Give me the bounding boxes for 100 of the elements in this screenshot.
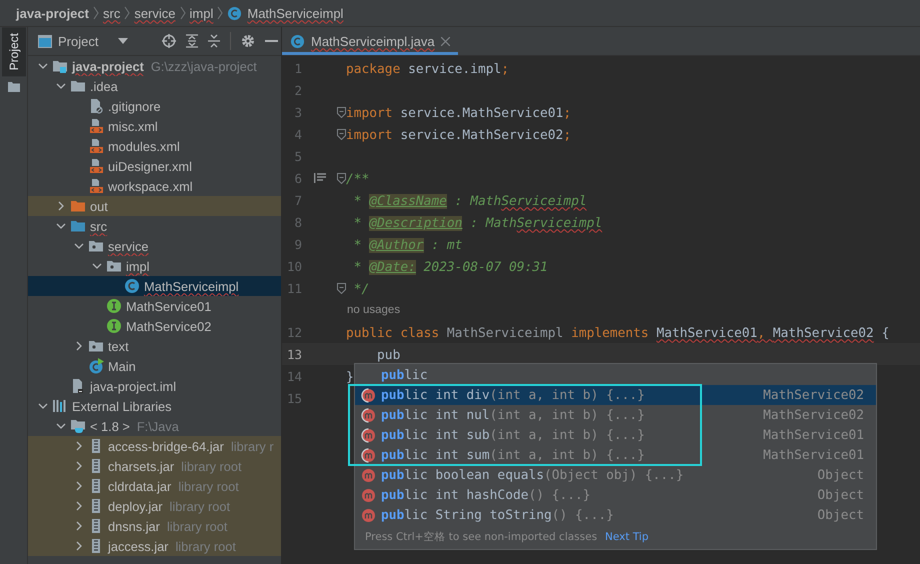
xml-file-icon [88,138,104,154]
chevron-right-icon[interactable] [74,441,84,451]
code-line: * @Description : MathServiceimpl [352,214,602,232]
tree-item[interactable]: out [28,196,281,216]
chevron-down-icon[interactable] [56,221,66,231]
chevron-down-icon[interactable] [74,241,84,251]
line-number: 13 [286,346,302,362]
tree-item[interactable]: Main [28,356,281,376]
code-line: * @Author : mt [352,236,462,254]
tree-item[interactable]: src [28,216,281,236]
tree-item[interactable]: MathService01 [28,296,281,316]
tree-item[interactable]: < 1.8 > F:\Java [28,416,281,436]
collapse-all-icon[interactable] [208,34,220,48]
code-line: * @ClassName : MathServiceimpl [352,192,587,210]
completion-item[interactable]: public int div(int a, int b) {...} MathService02 [355,385,876,405]
tree-item[interactable]: MathServiceimpl [28,276,281,296]
chevron-down-icon[interactable] [56,421,66,431]
chevron-right-icon[interactable] [74,481,84,491]
breadcrumb-item[interactable]: java-project [16,6,89,20]
package-icon [88,338,104,354]
completion-item[interactable]: public int sum(int a, int b) {...} MathService01 [355,445,876,465]
tree-item[interactable]: charsets.jar library root [28,456,281,476]
breadcrumb-item[interactable]: service [134,6,176,20]
fold-marker-icon[interactable] [337,282,346,294]
line-number: 2 [293,82,302,98]
tree-item[interactable]: access-bridge-64.jar library r [28,436,281,456]
xml-file-icon [88,158,104,174]
code-line: /** [346,170,370,188]
method-icon [361,488,376,502]
tree-item[interactable]: workspace.xml [28,176,281,196]
chevron-right-icon[interactable] [74,501,84,511]
chevron-right-icon[interactable] [74,461,84,471]
interface-icon [106,318,122,334]
tree-item[interactable]: .gitignore [28,96,281,116]
completion-item[interactable]: public String toString() {...} Object [355,505,876,525]
completion-item[interactable]: public int sub(int a, int b) {...} MathService01 [355,425,876,445]
completion-item[interactable]: public int hashCode() {...} Object [355,485,876,505]
line-number: 15 [286,390,302,406]
completion-item[interactable]: public boolean equals(Object obj) {...} Object [355,465,876,485]
chevron-right-icon[interactable] [74,521,84,531]
method-icon [361,388,376,402]
code-line: import service.MathService02; [346,126,572,144]
settings-icon[interactable] [241,34,256,48]
lines-icon[interactable] [314,173,326,183]
folder-icon[interactable] [8,82,20,92]
fold-marker-icon[interactable] [337,172,346,184]
project-folder-icon [52,58,68,74]
chevron-down-icon[interactable] [92,261,102,271]
project-view-dropdown[interactable]: Project [38,34,128,48]
line-number: 3 [293,104,302,120]
fold-marker-icon[interactable] [337,128,346,140]
file-icon [88,98,104,114]
tree-item[interactable]: service [28,236,281,256]
window-icon [38,34,52,48]
tree-item-hint: library root [181,458,242,474]
tree-item[interactable]: .idea [28,76,281,96]
crosshair-icon[interactable] [162,34,176,48]
tree-item[interactable]: dnsns.jar library root [28,516,281,536]
tree-item[interactable]: java-project G:\zzz\java-project [28,56,281,76]
tree-item[interactable]: MathService02 [28,316,281,336]
code-line: */ [352,280,370,298]
close-icon[interactable] [440,36,450,46]
tree-item[interactable]: cldrdata.jar library root [28,476,281,496]
chevron-right-icon[interactable] [56,201,66,211]
chevron-right-icon [217,6,224,20]
tree-item[interactable]: modules.xml [28,136,281,156]
line-number: 6 [293,170,302,186]
tree-item[interactable]: jaccess.jar library root [28,536,281,556]
completion-item[interactable]: public int nul(int a, int b) {...} MathService02 [355,405,876,425]
chevron-down-icon[interactable] [38,401,48,411]
breadcrumb-item[interactable]: impl [190,6,214,20]
folder-icon [70,198,86,214]
breadcrumb-item[interactable]: src [102,6,120,20]
next-tip-link[interactable]: Next Tip [605,531,649,543]
expand-all-icon[interactable] [186,34,198,48]
fold-marker-icon[interactable] [337,106,346,118]
project-tool-tab[interactable]: Project [2,27,26,76]
tree-item-hint: library root [170,498,230,514]
tree-item-hint: F:\Java [136,418,179,434]
chevron-down-icon[interactable] [56,81,66,91]
minimize-icon[interactable] [265,40,278,42]
chevron-down-icon[interactable] [38,61,48,71]
tree-item[interactable]: impl [28,256,281,276]
code-line: pub [376,346,400,364]
code-line: * @Date: 2023-08-07 09:31 [352,258,548,276]
usage-hint[interactable]: no usages [347,304,400,316]
module-file-icon [70,378,86,394]
tree-item[interactable]: java-project.iml [28,376,281,396]
tree-item[interactable]: uiDesigner.xml [28,156,281,176]
tree-item[interactable]: misc.xml [28,116,281,136]
tree-item[interactable]: text [28,336,281,356]
breadcrumb-item[interactable]: MathServiceimpl [227,6,344,20]
completion-item[interactable]: public [355,365,876,385]
tree-item-hint: library root [166,518,228,534]
tree-item[interactable]: deploy.jar library root [28,496,281,516]
chevron-right-icon[interactable] [74,541,84,551]
chevron-right-icon[interactable] [74,341,84,351]
line-number: 7 [293,192,302,208]
libraries-icon [52,398,68,414]
tree-item[interactable]: External Libraries [28,396,281,416]
